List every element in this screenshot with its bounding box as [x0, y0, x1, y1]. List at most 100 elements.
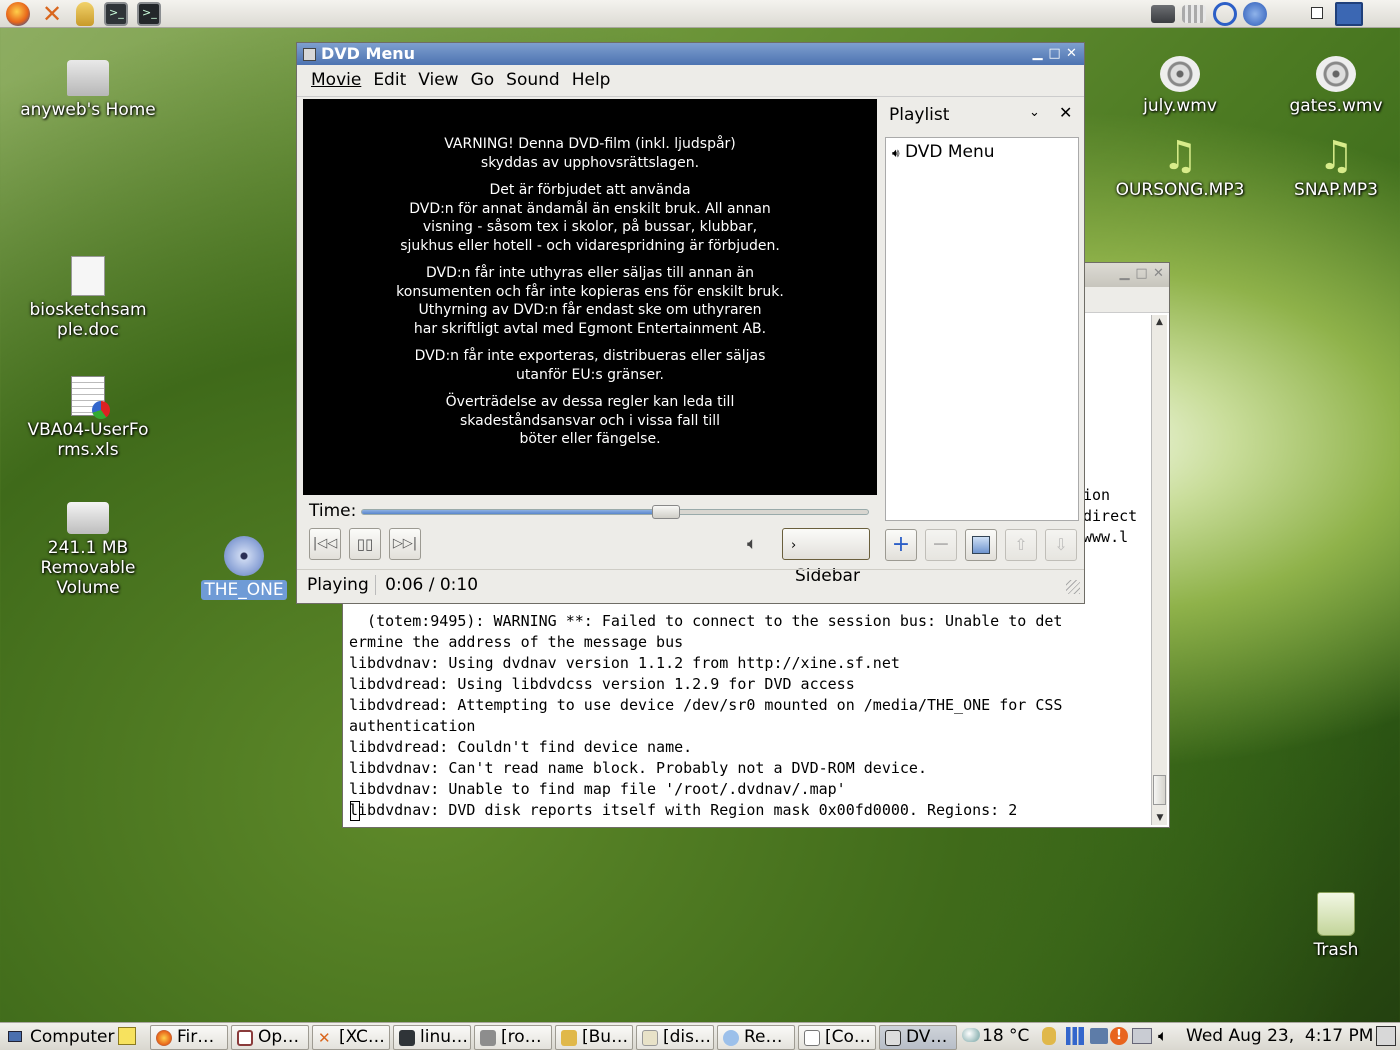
task-folder[interactable]: [dis…: [636, 1025, 714, 1050]
plus-icon: +: [891, 532, 911, 557]
drive-icon: [67, 502, 109, 534]
desktop-icon-home[interactable]: anyweb's Home: [8, 56, 168, 120]
chevron-down-icon[interactable]: ⌄: [1029, 105, 1040, 120]
sidebar-button[interactable]: › Sidebar: [782, 528, 870, 586]
camera-icon[interactable]: [1151, 5, 1175, 23]
seek-slider-handle[interactable]: [651, 505, 680, 519]
close-sidebar-icon[interactable]: ✕: [1059, 103, 1072, 122]
console-icon[interactable]: >_: [137, 2, 161, 26]
terminal-scrollbar[interactable]: ▲ ▼: [1151, 315, 1167, 825]
computer-icon: [8, 1031, 22, 1042]
terminal-line: www.l: [1083, 528, 1129, 546]
notes-icon[interactable]: [118, 1027, 136, 1045]
task-label: Fir…: [177, 1027, 215, 1047]
weather-icon[interactable]: [962, 1028, 980, 1042]
move-down-button[interactable]: ⇩: [1045, 529, 1077, 561]
time-label: Time:: [309, 501, 357, 521]
task-label: linu…: [420, 1027, 468, 1047]
task-openoffice[interactable]: Op…: [231, 1025, 309, 1050]
task-dvd-player[interactable]: DV…: [879, 1025, 957, 1050]
show-desktop-icon[interactable]: [1311, 7, 1323, 19]
desktop-icon-label: Trash: [1313, 940, 1359, 960]
desktop-icon-gates-wmv[interactable]: gates.wmv: [1256, 56, 1400, 116]
task-label: [Bu…: [582, 1027, 629, 1047]
maximize-icon[interactable]: □: [1047, 46, 1062, 61]
volume-icon[interactable]: 🔈︎: [747, 534, 757, 554]
resize-grip-icon[interactable]: [1066, 580, 1080, 594]
move-up-button[interactable]: ⇧: [1005, 529, 1037, 561]
desktop-icon-july-wmv[interactable]: july.wmv: [1100, 56, 1260, 116]
desktop-icon-snap-mp3[interactable]: ♫ SNAP.MP3: [1256, 136, 1400, 200]
pause-button[interactable]: ▯▯: [349, 528, 381, 560]
add-button[interactable]: +: [885, 529, 917, 561]
scroll-down-icon[interactable]: ▼: [1152, 811, 1168, 825]
weather-temp[interactable]: 18 °C: [982, 1026, 1029, 1046]
status-bar: Playing 0:06 / 0:10: [297, 569, 1084, 601]
video-text-paragraph: Det är förbjudet att använda DVD:n för a…: [400, 182, 780, 254]
bug-buddy-icon[interactable]: [76, 2, 94, 26]
close-icon[interactable]: ✕: [1064, 46, 1079, 61]
scroll-up-icon[interactable]: ▲: [1152, 315, 1167, 329]
video-area[interactable]: VARNING! Denna DVD-film (inkl. ljudspår)…: [303, 99, 877, 495]
desktop-icon-trash[interactable]: Trash: [1256, 892, 1400, 960]
network-icon[interactable]: [1090, 1028, 1108, 1044]
task-co[interactable]: [Co…: [798, 1025, 876, 1050]
workspace-switcher-icon[interactable]: [1335, 2, 1363, 26]
playlist-title: Playlist: [889, 105, 950, 125]
signal-icon[interactable]: [1066, 1027, 1084, 1045]
menu-movie[interactable]: Movie: [305, 65, 367, 95]
menu-go[interactable]: Go: [465, 65, 501, 95]
minimize-icon[interactable]: ▁: [1117, 266, 1132, 281]
player-app-icon: [303, 48, 316, 61]
computer-menu[interactable]: Computer: [4, 1025, 115, 1050]
update-alert-icon[interactable]: !: [1110, 1027, 1128, 1045]
volume-icon[interactable]: 🔈︎: [1158, 1026, 1168, 1046]
seek-slider[interactable]: [361, 505, 869, 519]
minus-icon: −: [931, 532, 951, 557]
menu-edit[interactable]: Edit: [367, 65, 412, 95]
save-playlist-button[interactable]: [965, 529, 997, 561]
document-icon: [71, 256, 105, 296]
task-terminal-linux[interactable]: linu…: [393, 1025, 471, 1050]
close-icon[interactable]: ✕: [1151, 266, 1166, 281]
maximize-icon[interactable]: □: [1134, 266, 1149, 281]
desktop-icon-removable-volume[interactable]: 241.1 MB Removable Volume: [8, 496, 168, 598]
task-firefox[interactable]: Fir…: [150, 1025, 228, 1050]
window-list-icon[interactable]: [1376, 1026, 1396, 1046]
playlist-list[interactable]: 🔊︎ DVD Menu: [885, 137, 1079, 521]
minimize-icon[interactable]: ▁: [1030, 46, 1045, 61]
computer-menu-label: Computer: [30, 1027, 115, 1047]
scroll-thumb[interactable]: [1153, 775, 1166, 805]
xchat-icon[interactable]: ✕: [40, 2, 64, 26]
menubar: Movie Edit View Go Sound Help: [297, 65, 1084, 97]
remove-button[interactable]: −: [925, 529, 957, 561]
desktop-icon-doc[interactable]: biosketchsample.doc: [8, 256, 168, 340]
firefox-icon[interactable]: [6, 2, 30, 26]
menu-help[interactable]: Help: [566, 65, 617, 95]
applet-icon[interactable]: [1042, 1027, 1056, 1045]
clock[interactable]: Wed Aug 23, 4:17 PM: [1186, 1026, 1373, 1046]
next-button[interactable]: ▷▷|: [389, 528, 421, 560]
wireless-icon[interactable]: [1213, 2, 1237, 26]
task-xchat[interactable]: ✕ [XC…: [312, 1025, 390, 1050]
desktop-icon-xls[interactable]: VBA04-UserForms.xls: [8, 376, 168, 460]
store-icon[interactable]: [1182, 5, 1206, 23]
task-terminal-root[interactable]: [ro…: [474, 1025, 552, 1050]
desktop-icon-label: 241.1 MB Removable Volume: [40, 538, 136, 598]
task-label: [XC…: [339, 1027, 385, 1047]
menu-view[interactable]: View: [412, 65, 464, 95]
desktop-icon-oursong-mp3[interactable]: ♫ OURSONG.MP3: [1100, 136, 1260, 200]
terminal-icon[interactable]: >_: [104, 2, 128, 26]
pane-divider[interactable]: [877, 99, 885, 519]
list-item[interactable]: 🔊︎ DVD Menu: [886, 138, 1078, 162]
network-icon[interactable]: [1243, 2, 1267, 26]
player-window[interactable]: DVD Menu ▁ □ ✕ Movie Edit View Go Sound Help …: [296, 42, 1085, 604]
terminal-cursor: [350, 801, 360, 821]
task-bug-buddy[interactable]: [Bu…: [555, 1025, 633, 1050]
previous-button[interactable]: |◁◁: [309, 528, 341, 560]
task-messenger[interactable]: Re…: [717, 1025, 795, 1050]
printer-icon[interactable]: [1132, 1028, 1152, 1044]
task-label: [ro…: [501, 1027, 542, 1047]
player-titlebar[interactable]: DVD Menu ▁ □ ✕: [297, 43, 1084, 65]
menu-sound[interactable]: Sound: [500, 65, 566, 95]
